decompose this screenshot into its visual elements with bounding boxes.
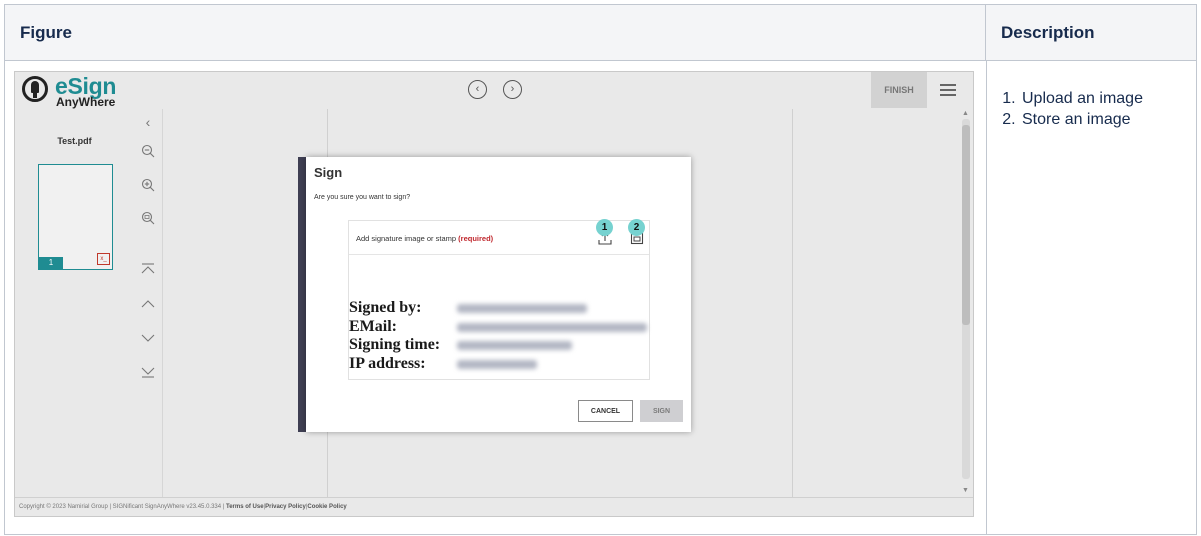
column-divider (986, 61, 987, 534)
thumbnail-panel: Test.pdf 1 x_ (15, 109, 134, 497)
signature-image-area: Add signature image or stamp (required) … (348, 219, 651, 380)
viewer-scrollbar[interactable]: ▲ ▼ (959, 109, 973, 497)
zoom-in-icon[interactable] (138, 177, 158, 197)
cookie-link[interactable]: Cookie Policy (307, 504, 346, 510)
scroll-down-icon[interactable]: ▼ (962, 487, 969, 494)
callout-badge-2: 2 (628, 219, 645, 236)
store-image-icon[interactable]: 2 (628, 219, 645, 245)
footer-copyright: Copyright © 2023 Namirial Group | SIGNif… (19, 504, 225, 510)
page-up-icon[interactable] (138, 296, 158, 316)
stamp-signed-by-label: Signed by: (349, 299, 422, 316)
sign-button[interactable]: SIGN (640, 400, 683, 422)
description-item-store: Store an image (1020, 109, 1143, 130)
sign-dialog: Sign Are you sure you want to sign? Add … (306, 157, 691, 432)
signature-stamp: Signed by: EMail: Signing time: IP addre… (349, 299, 651, 373)
tool-column: ‹ (134, 109, 163, 497)
page-thumbnail[interactable]: 1 x_ (38, 164, 113, 270)
previous-page-icon[interactable]: ‹ (468, 80, 487, 99)
zoom-out-icon[interactable] (138, 143, 158, 163)
description-item-upload: Upload an image (1020, 88, 1143, 109)
dialog-backdrop-edge (298, 157, 306, 432)
description-list: Upload an image Store an image (986, 88, 1143, 130)
logo-subtext: AnyWhere (56, 95, 116, 109)
stamp-ip-address-label: IP address: (349, 354, 426, 372)
cancel-button[interactable]: CANCEL (578, 400, 633, 422)
dialog-title: Sign (314, 165, 343, 180)
collapse-panel-icon[interactable]: ‹ (138, 112, 158, 132)
app-header: eSign AnyWhere ‹ › FINISH (15, 72, 973, 110)
dialog-question: Are you sure you want to sign? (314, 194, 411, 201)
document-name: Test.pdf (57, 136, 92, 146)
required-label: (required) (458, 234, 494, 243)
next-page-icon[interactable]: › (503, 80, 522, 99)
scroll-up-icon[interactable]: ▲ (962, 110, 969, 117)
last-page-icon[interactable] (138, 364, 158, 384)
terms-link[interactable]: Terms of Use (226, 504, 264, 510)
signature-label: Add signature image or stamp (356, 234, 457, 243)
scrollbar-thumb[interactable] (962, 125, 970, 325)
description-column-header: Description (986, 5, 1196, 61)
first-page-icon[interactable] (138, 261, 158, 281)
stamp-signing-time-label: Signing time: (349, 336, 441, 353)
stamp-ip-value-redacted (457, 359, 537, 369)
finish-button[interactable]: FINISH (871, 72, 927, 108)
stamp-signing-time-value-redacted (457, 341, 572, 350)
app-footer: Copyright © 2023 Namirial Group | SIGNif… (15, 497, 973, 516)
signature-field-icon: x_ (97, 253, 110, 265)
stamp-signed-by-value-redacted (457, 304, 587, 313)
page-number-badge: 1 (39, 257, 63, 269)
page-down-icon[interactable] (138, 330, 158, 350)
figure-column-header: Figure (5, 5, 986, 61)
callout-badge-1: 1 (596, 219, 613, 236)
upload-image-icon[interactable]: 1 (596, 219, 613, 245)
stamp-email-value-redacted (457, 322, 647, 332)
stamp-email-label: EMail: (349, 317, 397, 335)
zoom-fit-icon[interactable] (138, 210, 158, 230)
esign-logo-icon (22, 76, 48, 102)
hamburger-menu-icon[interactable] (940, 83, 956, 97)
esign-screenshot: eSign AnyWhere ‹ › FINISH Test.pdf 1 x_ … (14, 71, 974, 517)
privacy-link[interactable]: Privacy Policy (265, 504, 306, 510)
signature-image-header: Add signature image or stamp (required) … (349, 219, 649, 255)
